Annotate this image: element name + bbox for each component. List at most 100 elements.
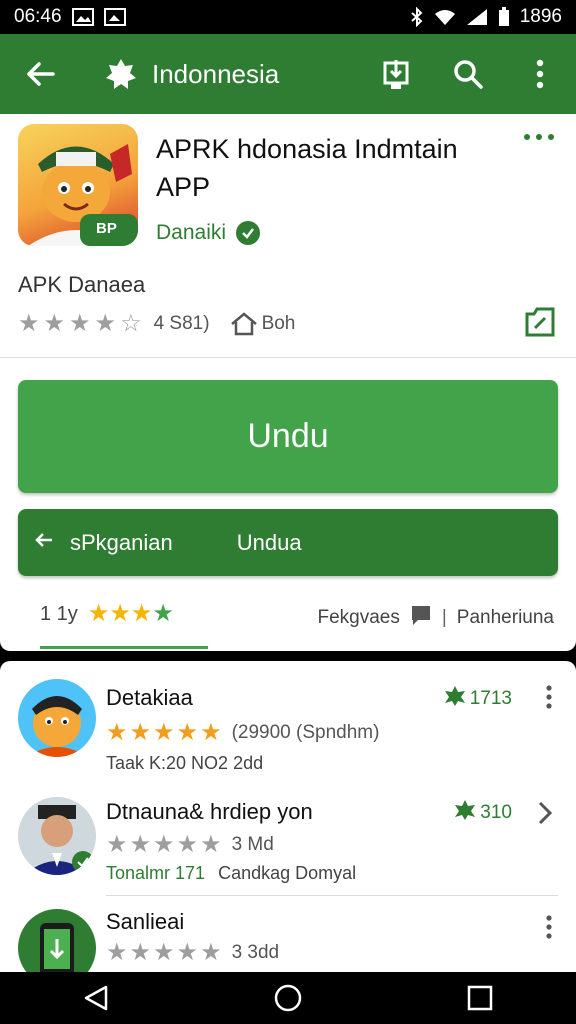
list-item[interactable]: Dtnauna& hrdiep yon ★ ★ ★ ★ ★ 3 Md Tonalmr 1… (0, 781, 576, 897)
item-title: Detakiaa (106, 685, 193, 710)
star-icon: ★ (200, 831, 222, 858)
nav-home-button[interactable] (248, 983, 328, 1013)
search-icon (454, 60, 483, 89)
home-icon (230, 312, 258, 336)
star-icon: ★ (129, 719, 152, 746)
app-rating-row: ★ ★ ★ ★ ☆ 4 S81) Boh (18, 312, 295, 336)
item-badge: 1713 (444, 685, 512, 713)
star-half-icon: ★ (152, 600, 174, 627)
nav-recents-button[interactable] (440, 985, 520, 1011)
secondary-left-label: sPkganian (70, 529, 173, 555)
triangle-back-icon (84, 985, 108, 1011)
star-icon: ★ (18, 310, 40, 337)
arrow-left-icon (34, 530, 56, 556)
item-title: Dtnauna& hrdiep yon (106, 799, 313, 824)
square-recents-icon (467, 985, 493, 1011)
bluetooth-icon (410, 7, 424, 27)
install-button-label: Undu (247, 417, 329, 455)
puzzle-logo-icon (104, 57, 138, 91)
app-subtitle: APK Danaea (18, 272, 146, 297)
item-meta-green: Tonalmr 171 (106, 863, 206, 883)
chevron-right-icon (538, 801, 553, 825)
signal-icon (466, 8, 488, 26)
divider (0, 357, 576, 358)
item-badge-value: 310 (480, 802, 512, 823)
related-apps-list: Detakiaa ★ ★ ★ ★ ★ (29900 (Spndhm) Taak K:20… (0, 661, 576, 972)
star-icon: ★ (106, 831, 128, 858)
list-item[interactable]: Sanlieai ★ ★ ★ ★ ★ 3 3dd (0, 897, 576, 972)
star-icon: ★ (109, 600, 131, 627)
avatar (18, 797, 96, 875)
rating-count: 4 S81) (153, 313, 210, 334)
download-list-button[interactable] (360, 58, 432, 90)
tab-reviews-label-2: Panheriuna (456, 607, 554, 628)
item-rating-text: 3 Md (231, 834, 274, 855)
verified-check-icon (72, 851, 94, 873)
star-icon: ★ (176, 939, 199, 966)
overflow-menu-button[interactable] (504, 59, 576, 89)
search-button[interactable] (432, 59, 504, 89)
item-more-button[interactable] (546, 685, 552, 714)
item-rating-text: 3 3dd (231, 942, 280, 963)
app-icon[interactable]: BP (18, 124, 138, 246)
star-icon: ★ (153, 719, 175, 746)
list-item[interactable]: Detakiaa ★ ★ ★ ★ ★ (29900 (Spndhm) Taak K:20… (0, 661, 576, 781)
star-icon: ★ (69, 310, 91, 337)
item-more-button[interactable] (546, 915, 552, 944)
verified-check-icon (236, 221, 261, 245)
star-half-icon: ☆ (120, 310, 142, 337)
tab-rating-label: 1 1y (40, 603, 78, 625)
secondary-action-bar[interactable]: sPkganian Undua (18, 509, 558, 576)
item-rating: ★ ★ ★ ★ ★ 3 3dd (106, 941, 279, 965)
avatar (18, 909, 96, 972)
star-icon: ★ (176, 719, 199, 746)
rating-stars: ★★★★ (88, 602, 174, 627)
star-icon: ★ (153, 939, 175, 966)
more-vertical-icon (536, 59, 544, 89)
tab-reviews-label: Fekgvaes (317, 607, 400, 628)
star-icon: ★ (176, 831, 199, 858)
item-meta-text: Candkag Domyal (218, 863, 357, 883)
image-notification-icon (71, 8, 94, 26)
app-name: APRK hdonasia Indmtain APP (156, 134, 458, 202)
app-details-card: BP APRK hdonasia Indmtain APP Danaiki AP… (0, 114, 576, 651)
status-time: 06:46 (14, 6, 62, 27)
install-button[interactable]: Undu (18, 380, 558, 493)
item-open-button[interactable] (538, 801, 553, 830)
gallery-notification-icon (103, 8, 126, 26)
item-meta: Taak K:20 NO2 2dd (106, 753, 264, 773)
tab-reviews[interactable]: Fekgvaes | Panheriuna (317, 604, 554, 632)
star-icon: ★ (43, 310, 66, 337)
nav-back-button[interactable] (56, 984, 136, 1012)
star-icon: ★ (87, 600, 110, 627)
tab-separator: | (441, 607, 447, 628)
star-icon: ★ (200, 939, 222, 966)
leaf-icon (444, 685, 466, 713)
leaf-icon (454, 799, 476, 827)
tab-rating[interactable]: 1 1y ★★★★ (40, 602, 174, 627)
star-icon: ★ (130, 600, 153, 627)
status-bar: 06:46 1896 (0, 0, 576, 34)
item-rating-text: (29900 (Spndhm) (231, 722, 380, 743)
more-horizontal-icon (524, 134, 530, 140)
comment-icon (410, 604, 432, 632)
divider (106, 895, 558, 896)
secondary-right-label: Undua (236, 529, 302, 555)
back-button[interactable] (0, 59, 80, 89)
category-label: Boh (261, 313, 296, 334)
item-rating: ★ ★ ★ ★ ★ 3 Md (106, 833, 274, 857)
app-bar: Indonnesia (0, 34, 576, 114)
star-icon: ★ (106, 719, 128, 746)
star-icon: ★ (153, 831, 175, 858)
app-icon-badge: BP (96, 220, 117, 237)
battery-level: 1896 (519, 6, 562, 27)
more-options-button[interactable] (524, 134, 554, 140)
developer-link[interactable]: Danaiki (156, 221, 261, 245)
item-title: Sanlieai (106, 909, 185, 934)
app-bar-title: Indonnesia (152, 58, 280, 89)
star-icon: ★ (129, 939, 152, 966)
star-icon: ★ (94, 310, 117, 337)
wifi-icon (434, 8, 456, 26)
edit-share-button[interactable] (524, 306, 556, 343)
tabs-row: 1 1y ★★★★ Fekgvaes | Panheriuna (0, 594, 576, 649)
